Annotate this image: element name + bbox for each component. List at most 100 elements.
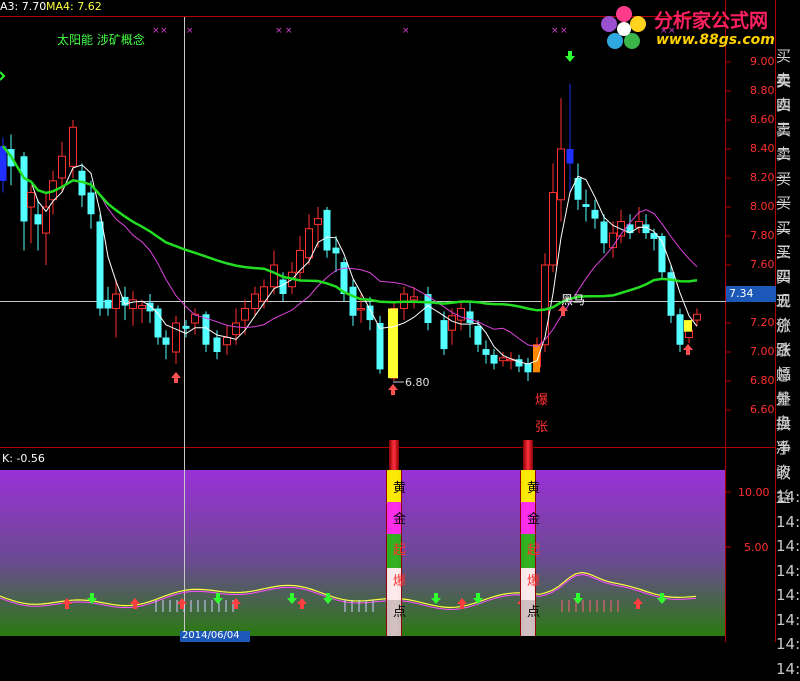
candle-body bbox=[474, 325, 482, 345]
top-marker: × bbox=[275, 26, 283, 36]
price-tick-label: 7.60 bbox=[750, 258, 775, 271]
candle-body bbox=[182, 325, 190, 329]
candle-body bbox=[20, 156, 28, 222]
candle-body bbox=[270, 264, 278, 288]
pillar-char: 起 bbox=[393, 543, 407, 558]
candle-body bbox=[357, 308, 365, 311]
price-tick-label: 7.80 bbox=[750, 229, 775, 242]
candle-body bbox=[440, 320, 448, 350]
candle-body bbox=[349, 286, 357, 316]
candle-body bbox=[366, 305, 374, 321]
candle-body bbox=[482, 349, 490, 355]
candle-body bbox=[566, 149, 574, 164]
flower-logo-icon bbox=[601, 6, 646, 49]
pillar-char: 金 bbox=[527, 512, 541, 527]
up-arrow-icon bbox=[683, 344, 693, 355]
candle-body bbox=[251, 293, 259, 309]
candle-body bbox=[223, 337, 231, 346]
candle-body bbox=[232, 322, 240, 336]
pillar-char: 黄 bbox=[393, 481, 407, 496]
pillar-top bbox=[523, 440, 533, 470]
candle-body bbox=[305, 228, 313, 259]
ma-fast-line bbox=[2, 145, 698, 365]
indicator-k-readout: K: -0.56 bbox=[2, 452, 45, 465]
price-tick-label: 8.40 bbox=[750, 142, 775, 155]
candle-body bbox=[296, 250, 304, 273]
price-tick-label: 8.20 bbox=[750, 171, 775, 184]
candle-body bbox=[591, 209, 599, 219]
candle-body bbox=[104, 299, 112, 309]
date-label-box: 2014/06/04 bbox=[180, 630, 250, 642]
pillar-char: 黄 bbox=[527, 481, 541, 496]
candle-body bbox=[112, 293, 120, 309]
left-arrow-icon bbox=[0, 71, 6, 81]
top-marker: × bbox=[186, 26, 194, 36]
price-tick-label: 9.00 bbox=[750, 55, 775, 68]
down-arrow-icon bbox=[565, 51, 575, 62]
burst-label: 爆 bbox=[535, 393, 549, 408]
candle-body bbox=[600, 221, 608, 244]
top-marker: × bbox=[402, 26, 410, 36]
candle-body bbox=[34, 214, 42, 225]
candle-body bbox=[524, 363, 532, 373]
candle-body bbox=[96, 221, 104, 309]
candle-body bbox=[466, 311, 474, 323]
side-panel-label: 14: bbox=[776, 537, 800, 555]
candle-body bbox=[154, 308, 162, 338]
watermark-url: www.88gs.com bbox=[656, 32, 775, 48]
candle-body bbox=[314, 218, 322, 225]
side-panel-label: 14: bbox=[776, 488, 800, 506]
up-arrow-icon bbox=[171, 372, 181, 383]
price-tick-label: 8.00 bbox=[750, 200, 775, 213]
top-marker: × bbox=[285, 26, 293, 36]
candle-body bbox=[448, 315, 456, 331]
rise-label: 张 bbox=[535, 420, 549, 435]
watermark: 分析家公式网 www.88gs.com bbox=[598, 0, 798, 56]
ma-slow-line bbox=[2, 145, 698, 312]
candle-body bbox=[499, 357, 507, 362]
pillar-char: 起 bbox=[527, 543, 541, 558]
price-tick-label: 8.60 bbox=[750, 113, 775, 126]
side-panel-label: 14: bbox=[776, 512, 800, 531]
pillar-char: 点 bbox=[393, 605, 407, 620]
black-horse-label: 黑马 bbox=[561, 293, 586, 307]
candle-body bbox=[490, 354, 498, 364]
candle-body bbox=[635, 221, 643, 228]
pillar-char: 点 bbox=[527, 605, 541, 620]
signal-bar-orange bbox=[533, 344, 540, 373]
indicator-tick-10: 10.00 bbox=[738, 486, 770, 499]
watermark-title: 分析家公式网 bbox=[654, 10, 769, 32]
candle-body bbox=[138, 305, 146, 310]
signal-bar-yellow-2 bbox=[684, 320, 692, 332]
date-label: 2014/06/04 bbox=[182, 630, 240, 641]
pillar-char: 爆 bbox=[393, 574, 407, 589]
low-price-label: 6.80 bbox=[405, 376, 430, 389]
candle-body bbox=[69, 126, 77, 167]
candle-body bbox=[129, 299, 137, 309]
candle-body bbox=[162, 337, 170, 345]
pillar-char: 金 bbox=[393, 512, 407, 527]
indicator-tick-5: 5.00 bbox=[744, 541, 769, 554]
candle-body bbox=[376, 323, 384, 370]
candle-body bbox=[557, 148, 565, 201]
ma3-readout: A3: 7.70 bbox=[0, 0, 47, 13]
side-panel-label: 14: bbox=[776, 561, 800, 580]
ma4-readout: MA4: 7.62 bbox=[46, 0, 102, 13]
candle-body bbox=[172, 322, 180, 353]
indicator-background bbox=[0, 470, 726, 636]
price-tick-label: 7.00 bbox=[750, 345, 775, 358]
candle-body bbox=[323, 209, 331, 251]
candle-body bbox=[27, 192, 35, 208]
candle-body bbox=[279, 279, 287, 294]
concept-tags: 太阳能 涉矿概念 bbox=[57, 33, 145, 47]
side-panel-label: 14: bbox=[776, 635, 800, 653]
candle-body bbox=[457, 308, 465, 321]
candle-body bbox=[410, 296, 418, 301]
top-marker: × bbox=[560, 26, 568, 36]
current-price-label: 7.34 bbox=[729, 287, 754, 300]
side-panel-label: 14: bbox=[776, 610, 800, 629]
candle-body bbox=[241, 308, 249, 321]
candle-body bbox=[693, 313, 701, 321]
pillar-char: 爆 bbox=[527, 574, 541, 589]
side-panel-label: 14: bbox=[776, 586, 800, 604]
